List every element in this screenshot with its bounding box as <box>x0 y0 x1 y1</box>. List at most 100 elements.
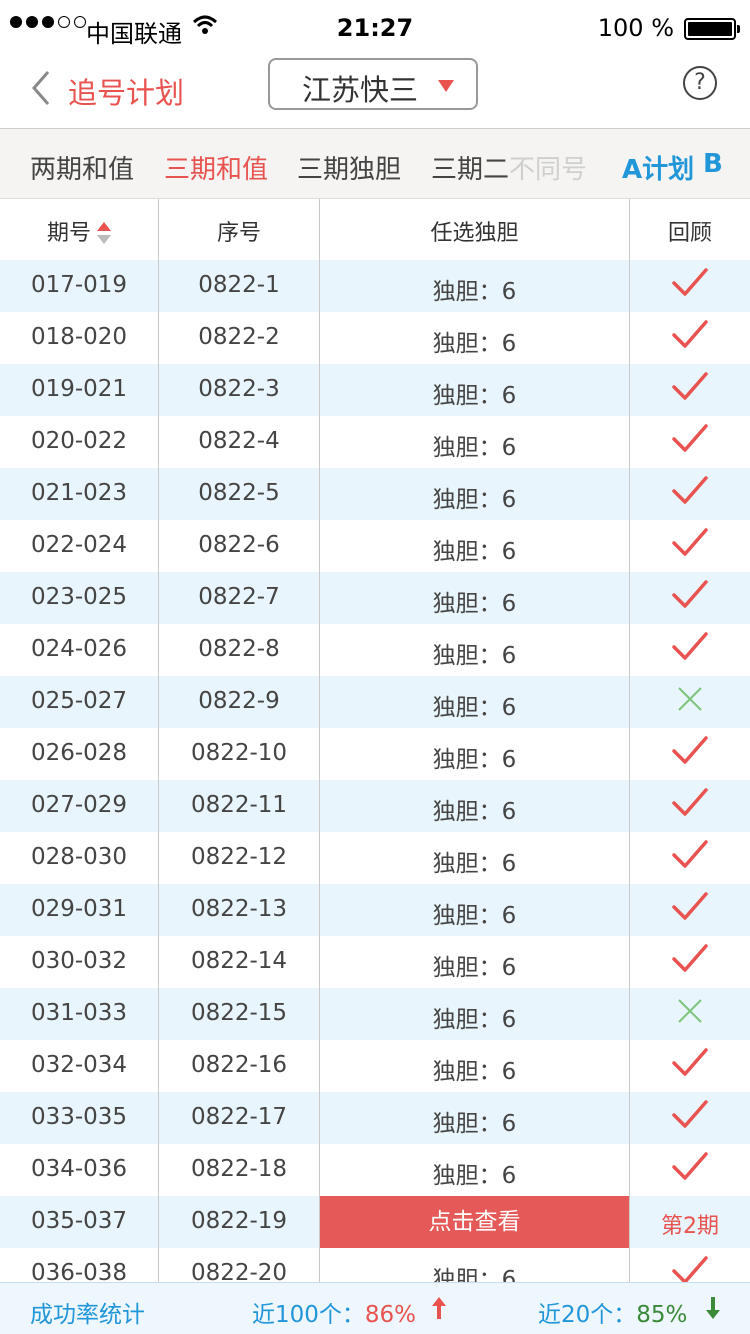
period-cell: 034-036 <box>30 1156 128 1182</box>
tab-three-period-sum[interactable]: 三期和值 <box>164 149 268 186</box>
sort-icon[interactable] <box>97 222 111 246</box>
cross-icon <box>630 994 750 1034</box>
seq-cell: 0822-2 <box>198 324 280 350</box>
table-row: 026-028 0822-10 独胆：6 <box>0 728 750 780</box>
seq-cell: 0822-16 <box>190 1052 288 1078</box>
period-cell: 021-023 <box>30 480 128 506</box>
play-type-tabs: 两期和值 三期和值 三期独胆 三期二不同号 A计划 B <box>0 128 750 199</box>
pick-cell: 独胆：6 <box>432 539 517 565</box>
check-icon <box>630 370 750 410</box>
pick-cell: 独胆：6 <box>432 1163 517 1189</box>
help-icon[interactable]: ? <box>683 66 717 100</box>
check-icon <box>630 1254 750 1282</box>
tab-label-faded: 不同号 <box>509 155 588 185</box>
pick-cell: 独胆：6 <box>432 747 517 773</box>
table-row: 029-031 0822-13 独胆：6 <box>0 884 750 936</box>
table-row: 036-038 0822-20 独胆：6 <box>0 1248 750 1282</box>
period-cell: 025-027 <box>30 688 128 714</box>
table-row: 032-034 0822-16 独胆：6 <box>0 1040 750 1092</box>
pick-cell: 独胆：6 <box>432 695 517 721</box>
period-cell: 027-029 <box>30 792 128 818</box>
table-row: 021-023 0822-5 独胆：6 <box>0 468 750 520</box>
seq-cell: 0822-3 <box>198 376 280 402</box>
period-cell: 024-026 <box>30 636 128 662</box>
check-icon <box>630 1046 750 1086</box>
back-button-label[interactable]: 追号计划 <box>68 70 184 112</box>
pick-cell: 独胆：6 <box>432 1059 517 1085</box>
pick-cell: 独胆：6 <box>432 487 517 513</box>
seq-cell: 0822-9 <box>198 688 280 714</box>
period-cell: 019-021 <box>30 376 128 402</box>
tab-label: 三期二 <box>431 155 510 185</box>
tab-two-period-sum[interactable]: 两期和值 <box>30 149 134 186</box>
check-icon <box>630 526 750 566</box>
period-cell: 017-019 <box>30 272 128 298</box>
battery-percentage: 100 % <box>597 14 674 42</box>
seq-cell: 0822-20 <box>190 1260 288 1282</box>
check-icon <box>630 630 750 670</box>
seq-cell: 0822-6 <box>198 532 280 558</box>
arrow-down-icon <box>704 1295 722 1327</box>
period-cell: 030-032 <box>30 948 128 974</box>
period-cell: 033-035 <box>30 1104 128 1130</box>
header-period[interactable]: 期号 <box>0 215 158 247</box>
check-icon <box>630 422 750 462</box>
column-divider <box>158 199 159 1282</box>
lottery-selector-dropdown[interactable]: 江苏快三 <box>268 58 478 110</box>
check-icon <box>630 318 750 358</box>
header-seq: 序号 <box>216 221 261 246</box>
recent-20-value: 85% <box>636 1302 688 1328</box>
recent-100-stat: 近100个：86% <box>252 1295 416 1329</box>
seq-cell: 0822-1 <box>198 272 280 298</box>
current-period-label: 第2期 <box>661 1214 719 1239</box>
pick-cell: 独胆：6 <box>432 643 517 669</box>
pick-cell: 独胆：6 <box>432 591 517 617</box>
seq-cell: 0822-8 <box>198 636 280 662</box>
tab-three-period-single[interactable]: 三期独胆 <box>297 149 401 186</box>
table-row: 018-020 0822-2 独胆：6 <box>0 312 750 364</box>
table-row: 022-024 0822-6 独胆：6 <box>0 520 750 572</box>
table-row: 031-033 0822-15 独胆：6 <box>0 988 750 1040</box>
seq-cell: 0822-7 <box>198 584 280 610</box>
check-icon <box>630 266 750 306</box>
check-icon <box>630 890 750 930</box>
table-row: 017-019 0822-1 独胆：6 <box>0 260 750 312</box>
nav-bar: 追号计划 江苏快三 ? <box>0 58 750 128</box>
check-icon <box>630 942 750 982</box>
stats-footer: 成功率统计 近100个：86% 近20个：85% <box>0 1282 750 1334</box>
caret-down-icon <box>438 80 454 92</box>
check-icon <box>630 786 750 826</box>
table-row: 034-036 0822-18 独胆：6 <box>0 1144 750 1196</box>
pick-cell: 独胆：6 <box>432 1007 517 1033</box>
table-row: 030-032 0822-14 独胆：6 <box>0 936 750 988</box>
pick-cell: 独胆：6 <box>432 1111 517 1137</box>
seq-cell: 0822-5 <box>198 480 280 506</box>
period-cell: 023-025 <box>30 584 128 610</box>
back-chevron-icon[interactable] <box>28 70 58 106</box>
seq-cell: 0822-10 <box>190 740 288 766</box>
arrow-up-icon <box>430 1295 448 1327</box>
plan-b-toggle[interactable]: B <box>703 149 723 179</box>
lottery-selector-label: 江苏快三 <box>302 73 419 107</box>
seq-cell: 0822-4 <box>198 428 280 454</box>
pick-cell: 独胆：6 <box>432 955 517 981</box>
pick-cell: 独胆：6 <box>432 799 517 825</box>
check-icon <box>630 474 750 514</box>
header-period-label: 期号 <box>46 221 91 246</box>
seq-cell: 0822-18 <box>190 1156 288 1182</box>
header-review: 回顾 <box>667 221 712 246</box>
period-cell: 036-038 <box>30 1260 128 1282</box>
pick-cell: 独胆：6 <box>432 435 517 461</box>
recent-100-value: 86% <box>364 1302 417 1328</box>
tab-three-period-two-diff[interactable]: 三期二不同号 <box>431 149 587 186</box>
pick-cell: 独胆：6 <box>432 331 517 357</box>
view-details-button[interactable]: 点击查看 <box>320 1196 629 1248</box>
seq-cell: 0822-11 <box>190 792 288 818</box>
pick-cell: 独胆：6 <box>432 279 517 305</box>
period-cell: 029-031 <box>30 896 128 922</box>
table-row: 025-027 0822-9 独胆：6 <box>0 676 750 728</box>
pick-cell: 独胆：6 <box>432 851 517 877</box>
success-rate-stats-link[interactable]: 成功率统计 <box>30 1295 145 1329</box>
table-row: 019-021 0822-3 独胆：6 <box>0 364 750 416</box>
plan-a-toggle[interactable]: A计划 <box>622 149 694 186</box>
